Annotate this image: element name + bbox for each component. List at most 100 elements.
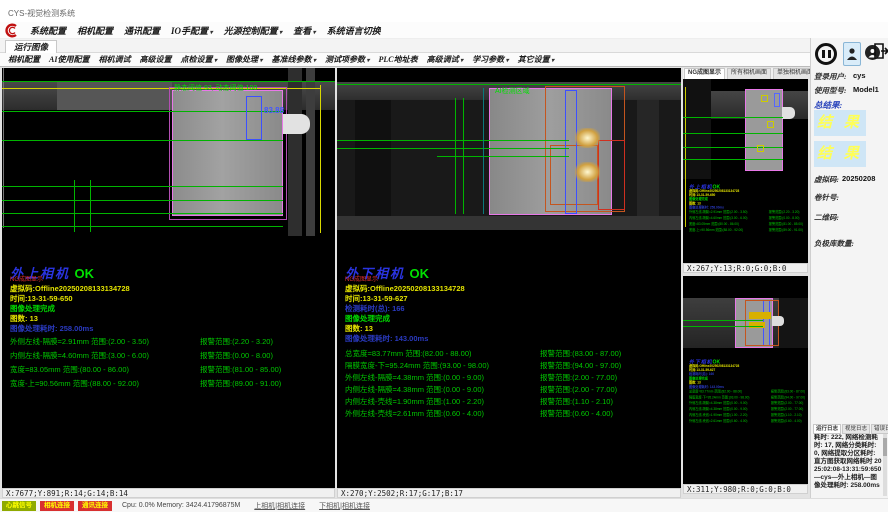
- virtual-code-line: 虚拟码:Offline20250208133134728: [10, 284, 330, 294]
- overlay-line-green: [2, 200, 283, 201]
- overlay-line-green: [2, 226, 283, 227]
- overlay-line-green: [463, 98, 464, 214]
- thumbnail-status-bottom: X:311;Y:980;R:0;G:0;B:0: [683, 484, 808, 494]
- menu-item-language-switch[interactable]: 系统语言切换: [327, 24, 381, 37]
- dark-column: [288, 68, 302, 236]
- time-line: 时间:13-31-59-627: [345, 294, 665, 304]
- logout-icon: [873, 42, 888, 60]
- tool-other-settings[interactable]: 其它设置: [518, 54, 555, 65]
- connector-tab: [782, 107, 795, 119]
- menu-item-camera-config[interactable]: 相机配置: [77, 24, 113, 37]
- measure-box-blue: [565, 90, 577, 214]
- view-status-upper: X:7677;Y:891;R:14;G:14;B:14: [2, 488, 335, 498]
- measure-text: 总宽度=83.77mm 范围:(82.00 - 88.00): [345, 349, 472, 358]
- tool-test-item-params[interactable]: 测试项参数: [325, 54, 370, 65]
- heartbeat-badge: 心跳信号: [2, 501, 36, 511]
- result-badge-1: 结 果: [814, 110, 866, 136]
- menu-item-system-config[interactable]: 系统配置: [30, 24, 66, 37]
- tool-advanced-debug[interactable]: 高级调试: [427, 54, 464, 65]
- overlay-line-green: [2, 81, 335, 82]
- measurement-rows: 图像处理耗时: 143.00ms 总宽度=83.77mm 范围:(82.00 -…: [345, 334, 675, 420]
- tool-learning-params[interactable]: 学习参数: [472, 54, 509, 65]
- right-sidebar: 登录用户: cys 使用型号: Model1 总结果: 结 果 结 果 虚拟码:…: [810, 38, 888, 498]
- login-user-button[interactable]: [843, 42, 861, 66]
- menu-item-light-config[interactable]: 光源控制配置: [224, 24, 283, 37]
- tab-run-log[interactable]: 运行日志: [813, 424, 841, 434]
- measure-row: 外侧左线-隔膜=2.91mm 范围:(2.00 - 3.50) 报警范围:(2.2…: [10, 336, 335, 350]
- mini-highlight-yellow: [749, 322, 765, 328]
- virtual-code-line: 虚拟码:Offline20250208133134728: [345, 284, 665, 294]
- measure-text: 内侧左线-隔膜=4.38mm 范围:(0.00 - 9.00): [345, 385, 484, 394]
- mini-result-block: 外下相机OK 虚拟码:Offline20250208133134728 时间:1…: [689, 358, 808, 424]
- overlay-line-green: [683, 326, 763, 327]
- tool-advanced-settings[interactable]: 高级设置: [139, 54, 171, 65]
- camera-view-lower[interactable]: AI检测区域 外下相机 OK NG成图显示 虚拟码:Offline2025020…: [337, 68, 681, 488]
- tab-ng-image[interactable]: NG成图显示: [684, 68, 725, 79]
- overlay-line-green: [337, 84, 681, 85]
- measure-row: 外侧左线-壳线=2.61mm 范围:(0.60 - 4.00) 报警范围:(0.6…: [345, 408, 675, 420]
- camera-view-upper[interactable]: 静态阈值:93, 动态阈值:100 83.88 外上相机 OK NG成图显示 虚…: [2, 68, 335, 488]
- tab-run-image[interactable]: 运行图像: [5, 40, 57, 53]
- tool-camera-config[interactable]: 相机配置: [8, 54, 40, 65]
- tool-baseline-params[interactable]: 基准线参数: [271, 54, 316, 65]
- alarm-text: 报警范围:(89.00 - 91.00): [200, 378, 281, 389]
- user-value: cys: [853, 71, 866, 80]
- overlay-line-yellow: [320, 85, 321, 233]
- log-text: 耗时: 222, 网络检测耗时: 17, 网络分类耗时: 0, 网络提取分区耗时…: [814, 434, 882, 496]
- measurement-rows: 外侧左线-隔膜=2.91mm 范围:(2.00 - 3.50) 报警范围:(2.2…: [10, 336, 335, 392]
- lower-camera-link[interactable]: 下相机|相机连接: [319, 501, 370, 511]
- mini-result-block: 外上相机OK 虚拟码:Offline20250208133134728 时间:1…: [689, 183, 808, 233]
- measure-text: 外侧左线-隔膜=2.91mm 范围:(2.00 - 3.50): [10, 337, 149, 346]
- count-line: 图数: 13: [10, 314, 330, 324]
- tool-image-processing[interactable]: 图像处理: [226, 54, 263, 65]
- user-icon: [846, 47, 858, 61]
- user-label: 登录用户:: [814, 71, 847, 82]
- thumbnail-status-top: X:267;Y:13;R:0;G:0;B:0: [683, 263, 808, 273]
- tool-bar: 相机配置 AI使用配置 相机调试 高级设置 点检设置 图像处理 基准线参数 测试…: [0, 53, 810, 67]
- overlay-line-green: [683, 147, 783, 148]
- tool-spot-check[interactable]: 点检设置: [180, 54, 217, 65]
- tool-camera-debug[interactable]: 相机调试: [98, 54, 130, 65]
- tab-all-cameras[interactable]: 所有相机画面: [727, 68, 771, 79]
- measure-box-blue: [246, 96, 262, 140]
- measure-text: 隔膜宽度-下=95.24mm 范围:(93.00 - 98.00): [345, 361, 489, 370]
- vcode-value: 20250208: [842, 174, 875, 183]
- menu-item-view[interactable]: 查看: [293, 24, 316, 37]
- measure-row: 内侧左线-隔膜=4.38mm 范围:(0.00 - 9.00)报警范围:(2.0…: [345, 384, 675, 396]
- tool-ai-usage-config[interactable]: AI使用配置: [49, 54, 89, 65]
- measure-text: 内侧左线-壳线=1.90mm 范围:(1.00 - 2.20): [345, 397, 484, 406]
- mini-box-yellow: [761, 95, 768, 102]
- measure-row: 内侧左线-壳线=1.90mm 范围:(1.00 - 2.20)报警范围:(1.1…: [345, 396, 675, 408]
- overlay-line-green: [90, 180, 91, 232]
- alarm-text: 报警范围:(0.60 - 4.00): [540, 408, 613, 419]
- measure-row: 外侧左线-壳线=2.61mm 范围:(0.60 - 4.00)报警范围:(0.6…: [689, 418, 808, 424]
- measure-text: 外侧左线-隔膜=4.38mm 范围:(0.00 - 9.00): [345, 373, 484, 382]
- ai-elapsed-line: 检测耗时(总): 166: [345, 304, 665, 314]
- tool-plc-address-table[interactable]: PLC地址表: [379, 54, 418, 65]
- edge-line: [3, 68, 4, 228]
- logout-button[interactable]: [873, 41, 888, 61]
- connector-tab: [283, 114, 310, 134]
- log-scrollbar[interactable]: [883, 434, 887, 496]
- tab-vision-log[interactable]: 视觉日志: [842, 424, 870, 434]
- mini-highlight-yellow: [749, 312, 771, 319]
- measure-row: 宽度=83.05mm 范围:(80.00 - 86.00)报警范围:(81.00…: [10, 364, 335, 378]
- scrollbar-thumb[interactable]: [883, 438, 887, 456]
- pause-button[interactable]: [815, 43, 837, 65]
- thumbnail-view-top[interactable]: 外上相机OK 虚拟码:Offline20250208133134728 时间:1…: [683, 79, 808, 263]
- measure-value-text: 83.88: [264, 106, 284, 115]
- menu-item-comm-config[interactable]: 通讯配置: [124, 24, 160, 37]
- alarm-text: 报警范围:(2.20 - 3.20): [200, 336, 273, 347]
- measure-text: 外侧左线-壳线=2.61mm 范围:(0.60 - 4.00): [345, 409, 484, 418]
- camera-connect-badge: 相机连接: [40, 501, 74, 511]
- thumbnail-view-bottom[interactable]: 外下相机OK 虚拟码:Offline20250208133134728 时间:1…: [683, 276, 808, 484]
- upper-camera-link[interactable]: 上相机|相机连接: [254, 501, 305, 511]
- measure-text: 宽度-上=90.56mm 范围:(88.00 - 92.00): [10, 379, 139, 388]
- menu-item-io-config[interactable]: IO手配置: [171, 24, 213, 37]
- dark-column: [355, 100, 391, 216]
- ai-region-text: AI检测区域: [495, 86, 530, 96]
- overlay-line-green: [455, 98, 456, 214]
- highlight-blob: [575, 162, 600, 182]
- measure-text: 内侧左线-隔膜=4.60mm 范围:(3.00 - 6.00): [10, 351, 149, 360]
- tab-error-log[interactable]: 错误日志: [871, 424, 888, 434]
